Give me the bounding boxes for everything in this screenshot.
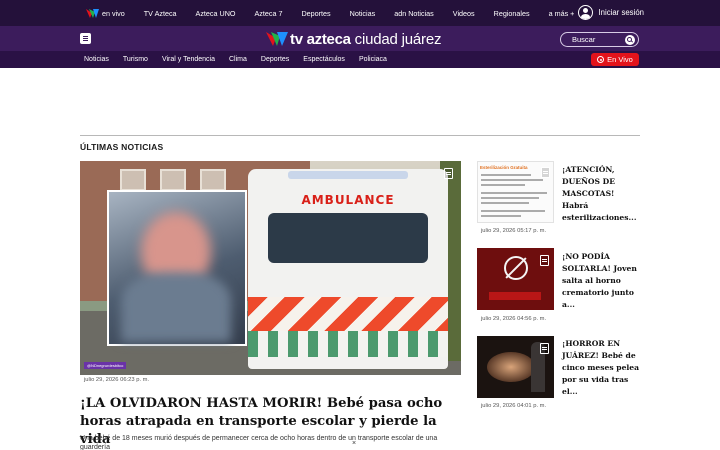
en-vivo-button[interactable]: En Vivo xyxy=(591,53,639,66)
article-icon xyxy=(540,343,549,354)
side-article-date-2: julio 29, 2026 04:56 p. m. xyxy=(481,316,547,322)
logo-city: ciudad juárez xyxy=(354,30,442,48)
article-icon xyxy=(444,168,453,179)
nav-link-regionales[interactable]: Regionales xyxy=(494,9,530,18)
nav-link-en-vivo[interactable]: en vivo xyxy=(86,8,125,18)
section-link-noticias[interactable]: Noticias xyxy=(84,56,109,63)
side-article-image-3[interactable] xyxy=(477,336,554,398)
main-article-date: julio 29, 2026 06:23 p. m. xyxy=(84,377,150,383)
section-link-espectaculos[interactable]: Espectáculos xyxy=(303,56,345,63)
side-article-image-1[interactable]: Esterilización Gratuita xyxy=(477,161,554,223)
nav-link-deportes[interactable]: Deportes xyxy=(301,9,330,18)
section-title: ÚLTIMAS NOTICIAS xyxy=(80,142,164,152)
logo-wordmark: tv azteca xyxy=(290,30,351,48)
side-article-image-2[interactable] xyxy=(477,248,554,310)
side-article-title-2[interactable]: ¡NO PODÍA SOLTARLA! Joven salta al horno… xyxy=(562,251,640,311)
side-article-date-3: julio 29, 2026 04:01 p. m. xyxy=(481,403,547,409)
image-credit: @NDnegrurdesbitco xyxy=(84,362,127,369)
login-label: Iniciar sesión xyxy=(598,8,644,17)
close-icon[interactable]: × xyxy=(345,440,363,450)
search-box[interactable]: Buscar xyxy=(560,32,639,47)
nav-link-mas[interactable]: a más + xyxy=(549,9,575,18)
section-link-viral[interactable]: Viral y Tendencia xyxy=(162,56,215,63)
ambulance-text: AMBULANCE xyxy=(301,193,395,207)
hamburger-menu-icon[interactable] xyxy=(80,33,91,44)
side-image-text: Esterilización Gratuita xyxy=(480,165,528,170)
side-article-title-1[interactable]: ¡ATENCIÓN, DUEÑOS DE MASCOTAS! Habrá est… xyxy=(562,164,640,224)
section-nav: Noticias Turismo Viral y Tendencia Clima… xyxy=(0,51,720,68)
hidden-content-icon xyxy=(504,256,528,280)
site-logo[interactable]: tv azteca ciudad juárez xyxy=(266,30,442,48)
ambulance-photo: AMBULANCE xyxy=(248,169,448,369)
article-icon xyxy=(541,167,550,178)
section-link-clima[interactable]: Clima xyxy=(229,56,247,63)
live-icon xyxy=(597,56,605,63)
main-article-image[interactable]: AMBULANCE @NDnegrurdesbitco xyxy=(80,161,461,375)
search-placeholder: Buscar xyxy=(572,35,596,44)
tv-azteca-logo-icon xyxy=(266,32,288,46)
article-icon xyxy=(540,255,549,266)
nav-link-label: en vivo xyxy=(102,8,125,18)
blurred-portrait xyxy=(107,190,247,346)
nav-link-noticias[interactable]: Noticias xyxy=(350,9,376,18)
section-link-policiaca[interactable]: Policiaca xyxy=(359,56,387,63)
nav-link-azteca-uno[interactable]: Azteca UNO xyxy=(196,9,236,18)
tv-azteca-logo-icon xyxy=(86,8,99,18)
search-icon[interactable] xyxy=(625,34,635,45)
nav-link-azteca-7[interactable]: Azteca 7 xyxy=(255,9,283,18)
side-article-title-3[interactable]: ¡HORROR EN JUÁREZ! Bebé de cinco meses p… xyxy=(562,338,640,398)
nav-link-videos[interactable]: Videos xyxy=(453,9,475,18)
brand-header: tv azteca ciudad juárez Buscar xyxy=(0,26,720,51)
nav-link-adn-noticias[interactable]: adn Noticias xyxy=(394,9,434,18)
main-article-summary: Una bebé de 18 meses murió después de pe… xyxy=(80,435,438,450)
login-button[interactable]: Iniciar sesión xyxy=(578,5,644,20)
side-article-date-1: julio 29, 2026 05:17 p. m. xyxy=(481,228,547,234)
nav-link-tv-azteca[interactable]: TV Azteca xyxy=(144,9,177,18)
section-link-turismo[interactable]: Turismo xyxy=(123,56,148,63)
user-icon xyxy=(578,5,594,20)
network-links: en vivo TV Azteca Azteca UNO Azteca 7 De… xyxy=(86,0,593,26)
top-network-bar: en vivo TV Azteca Azteca UNO Azteca 7 De… xyxy=(0,0,720,26)
section-link-deportes[interactable]: Deportes xyxy=(261,56,289,63)
section-divider xyxy=(80,135,640,136)
en-vivo-label: En Vivo xyxy=(607,55,633,64)
